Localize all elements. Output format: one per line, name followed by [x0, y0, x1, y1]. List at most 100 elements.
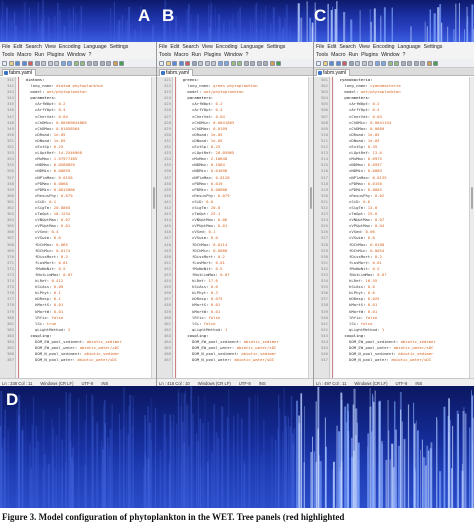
- macro-icon[interactable]: [426, 60, 432, 66]
- redo-icon[interactable]: [67, 60, 72, 66]
- zoom-in-icon[interactable]: [86, 60, 92, 66]
- run-icon[interactable]: [433, 60, 438, 66]
- code-text[interactable]: cyanobacteria: long_name: cyanobacteria …: [334, 77, 474, 378]
- replace-icon[interactable]: [80, 60, 85, 66]
- close-icon[interactable]: [28, 60, 33, 66]
- new-file-icon[interactable]: [316, 60, 321, 66]
- close-icon[interactable]: [342, 60, 347, 66]
- paste-icon[interactable]: [54, 60, 59, 66]
- open-icon[interactable]: [165, 60, 171, 66]
- replace-icon[interactable]: [394, 60, 399, 66]
- indent-icon[interactable]: [263, 60, 268, 66]
- find-icon[interactable]: [230, 60, 236, 66]
- save-icon[interactable]: [172, 60, 177, 66]
- menu-run[interactable]: Run: [35, 52, 45, 59]
- menu-tools[interactable]: Tools: [316, 52, 328, 59]
- menu-view[interactable]: View: [202, 44, 213, 51]
- menu-macro[interactable]: Macro: [331, 52, 345, 59]
- menu-window[interactable]: Window: [67, 52, 85, 59]
- menu-encoding[interactable]: Encoding: [373, 44, 395, 51]
- fold-margin[interactable]: [173, 77, 177, 378]
- menu-window[interactable]: Window: [381, 52, 399, 59]
- cut-icon[interactable]: [355, 60, 360, 66]
- code-editor[interactable]: 421 422 423 424 425 426 427 428 429 430 431 432 433 4…: [157, 77, 313, 378]
- menu-encoding[interactable]: Encoding: [59, 44, 81, 51]
- vertical-scrollbar[interactable]: [308, 77, 313, 378]
- find-icon[interactable]: [387, 60, 393, 66]
- menu-search[interactable]: Search: [339, 44, 355, 51]
- save-all-icon[interactable]: [21, 60, 27, 66]
- zoom-out-icon[interactable]: [407, 60, 412, 66]
- vertical-scrollbar[interactable]: [469, 77, 474, 378]
- replace-icon[interactable]: [237, 60, 242, 66]
- menu-run[interactable]: Run: [349, 52, 359, 59]
- macro-icon[interactable]: [112, 60, 118, 66]
- undo-icon[interactable]: [217, 60, 223, 66]
- menu-edit[interactable]: Edit: [170, 44, 179, 51]
- open-icon[interactable]: [8, 60, 14, 66]
- find-icon[interactable]: [73, 60, 79, 66]
- zoom-in-icon[interactable]: [243, 60, 249, 66]
- menu-macro[interactable]: Macro: [17, 52, 31, 59]
- tab-fabm-yaml[interactable]: fabm.yaml: [316, 69, 351, 76]
- menu-run[interactable]: Run: [192, 52, 202, 59]
- redo-icon[interactable]: [224, 60, 229, 66]
- menu-search[interactable]: Search: [182, 44, 198, 51]
- tab-fabm-yaml[interactable]: fabm.yaml: [159, 69, 194, 76]
- cut-icon[interactable]: [198, 60, 203, 66]
- menu-tools[interactable]: Tools: [159, 52, 171, 59]
- menu-encoding[interactable]: Encoding: [216, 44, 238, 51]
- paste-icon[interactable]: [211, 60, 216, 66]
- menu-help[interactable]: ?: [89, 52, 92, 59]
- save-all-icon[interactable]: [178, 60, 184, 66]
- menu-view[interactable]: View: [45, 44, 56, 51]
- copy-icon[interactable]: [47, 60, 53, 66]
- menu-help[interactable]: ?: [246, 52, 249, 59]
- code-text[interactable]: greens: long_name: green phytoplankton m…: [177, 77, 313, 378]
- menu-plugins[interactable]: Plugins: [47, 52, 64, 59]
- open-icon[interactable]: [322, 60, 328, 66]
- vertical-scrollbar[interactable]: [151, 77, 156, 378]
- code-text[interactable]: diatoms: long_name: diatom phytoplankton…: [20, 77, 156, 378]
- menu-settings[interactable]: Settings: [267, 44, 286, 51]
- print-icon[interactable]: [34, 60, 40, 66]
- scrollbar-thumb[interactable]: [153, 187, 155, 209]
- menu-file[interactable]: File: [316, 44, 324, 51]
- undo-icon[interactable]: [60, 60, 66, 66]
- save-icon[interactable]: [329, 60, 334, 66]
- save-all-icon[interactable]: [335, 60, 341, 66]
- menu-search[interactable]: Search: [25, 44, 41, 51]
- save-icon[interactable]: [15, 60, 20, 66]
- code-editor[interactable]: 501 502 503 504 505 506 507 508 509 510 511 512 513 5…: [314, 77, 474, 378]
- menu-language[interactable]: Language: [84, 44, 107, 51]
- menu-help[interactable]: ?: [403, 52, 406, 59]
- wrap-icon[interactable]: [413, 60, 419, 66]
- tab-fabm-yaml[interactable]: fabm.yaml: [2, 69, 37, 76]
- menu-language[interactable]: Language: [241, 44, 264, 51]
- menu-settings[interactable]: Settings: [110, 44, 129, 51]
- macro-icon[interactable]: [269, 60, 275, 66]
- close-icon[interactable]: [185, 60, 190, 66]
- fold-margin[interactable]: [16, 77, 20, 378]
- menu-language[interactable]: Language: [398, 44, 421, 51]
- indent-icon[interactable]: [420, 60, 425, 66]
- run-icon[interactable]: [119, 60, 124, 66]
- menu-file[interactable]: File: [159, 44, 167, 51]
- wrap-icon[interactable]: [99, 60, 105, 66]
- menu-plugins[interactable]: Plugins: [204, 52, 221, 59]
- zoom-in-icon[interactable]: [400, 60, 406, 66]
- new-file-icon[interactable]: [2, 60, 7, 66]
- menu-edit[interactable]: Edit: [13, 44, 22, 51]
- print-icon[interactable]: [348, 60, 354, 66]
- scrollbar-thumb[interactable]: [310, 187, 312, 209]
- indent-icon[interactable]: [106, 60, 111, 66]
- menu-view[interactable]: View: [359, 44, 370, 51]
- menu-file[interactable]: File: [2, 44, 10, 51]
- run-icon[interactable]: [276, 60, 281, 66]
- new-file-icon[interactable]: [159, 60, 164, 66]
- copy-icon[interactable]: [361, 60, 367, 66]
- code-editor[interactable]: 341 342 343 344 345 346 347 348 349 350 351 352 353 3…: [0, 77, 156, 378]
- paste-icon[interactable]: [368, 60, 373, 66]
- menu-settings[interactable]: Settings: [424, 44, 443, 51]
- copy-icon[interactable]: [204, 60, 210, 66]
